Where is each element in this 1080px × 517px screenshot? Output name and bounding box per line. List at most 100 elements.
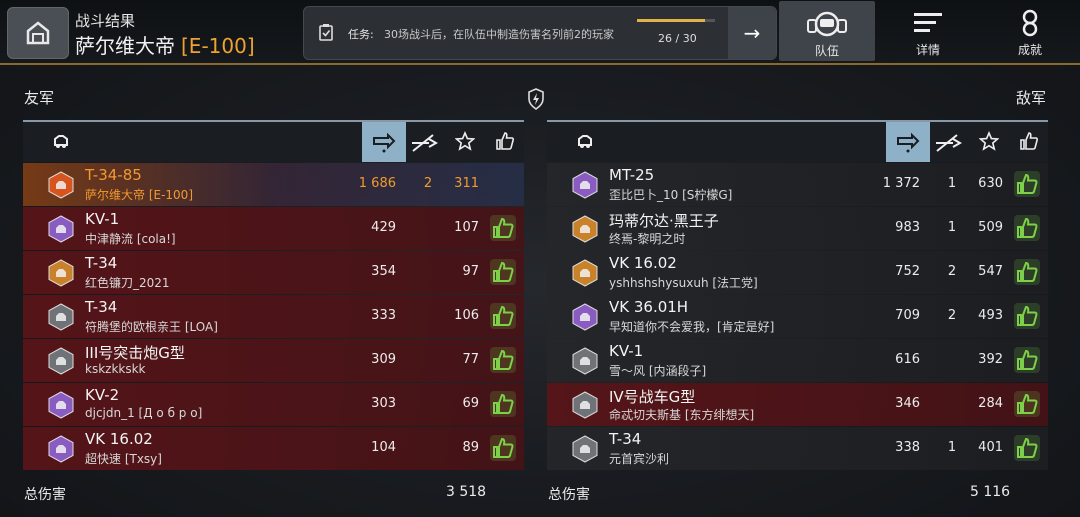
like-button-icon[interactable] bbox=[490, 391, 516, 417]
like-button-icon[interactable] bbox=[490, 259, 516, 285]
xp-value: 630 bbox=[978, 176, 1003, 191]
like-button-icon[interactable] bbox=[1014, 391, 1040, 417]
allies-panel: T-34-85 萨尔维大帝 [E-100] 1 686 2 311 KV-1 中… bbox=[23, 120, 524, 470]
player-name: 元首宾沙利 bbox=[609, 452, 670, 466]
allies-total-value: 3 518 bbox=[446, 484, 487, 500]
like-button-icon[interactable] bbox=[1014, 435, 1040, 461]
star-icon[interactable] bbox=[455, 131, 475, 151]
player-row[interactable]: KV-1 中津静流 [cola!] 429 107 bbox=[23, 207, 524, 250]
damage-icon bbox=[373, 132, 396, 153]
player-row[interactable]: VK 36.01H 早知道你不会爱我，[肯定是好] 709 2 493 bbox=[547, 295, 1048, 338]
tab-team[interactable]: 队伍 bbox=[779, 1, 875, 61]
xp-value: 509 bbox=[978, 220, 1003, 235]
vehicle-badge-icon bbox=[48, 215, 74, 243]
vehicle-name: KV-1 bbox=[609, 342, 644, 360]
xp-value: 107 bbox=[454, 220, 479, 235]
player-row[interactable]: T-34 元首宾沙利 338 1 401 bbox=[547, 427, 1048, 470]
xp-value: 547 bbox=[978, 264, 1003, 279]
damage-value: 338 bbox=[895, 440, 920, 455]
mission-panel[interactable]: 任务: 30场战斗后，在队伍中制造伤害名列前2的玩家 26 / 30 → bbox=[303, 6, 777, 60]
vehicle-badge-icon bbox=[48, 303, 74, 331]
top-bar-divider bbox=[0, 63, 1080, 65]
tank-icon bbox=[578, 135, 592, 148]
player-row[interactable]: T-34 红色镰刀_2021 354 97 bbox=[23, 251, 524, 294]
player-name: 早知道你不会爱我，[肯定是好] bbox=[609, 320, 775, 334]
star-icon[interactable] bbox=[979, 131, 999, 151]
player-row[interactable]: KV-1 雪～风 [内涵段子] 616 392 bbox=[547, 339, 1048, 382]
xp-value: 284 bbox=[978, 396, 1003, 411]
vehicle-name: IV号战车G型 bbox=[609, 388, 696, 406]
enemies-header bbox=[547, 120, 1048, 162]
tank-icon bbox=[54, 135, 68, 148]
tab-details[interactable]: 详情 bbox=[880, 0, 976, 62]
like-button-icon[interactable] bbox=[1014, 171, 1040, 197]
kills-icon[interactable] bbox=[409, 133, 439, 153]
player-row[interactable]: T-34-85 萨尔维大帝 [E-100] 1 686 2 311 bbox=[23, 163, 524, 206]
sort-damage-button[interactable] bbox=[362, 122, 406, 162]
player-row[interactable]: 玛蒂尔达·黑王子 终焉-黎明之时 983 1 509 bbox=[547, 207, 1048, 250]
player-row[interactable]: T-34 符腾堡的欧根亲王 [LOA] 333 106 bbox=[23, 295, 524, 338]
sort-damage-button[interactable] bbox=[886, 122, 930, 162]
player-name: 雪～风 [内涵段子] bbox=[609, 364, 707, 378]
player-row[interactable]: VK 16.02 超快速 [Txsy] 104 89 bbox=[23, 427, 524, 470]
like-button-icon[interactable] bbox=[490, 303, 516, 329]
like-button-icon[interactable] bbox=[1014, 259, 1040, 285]
vehicle-title: 萨尔维大帝 [E-100] bbox=[75, 30, 255, 59]
like-button-icon[interactable] bbox=[1014, 347, 1040, 373]
mission-progress-fill bbox=[637, 19, 705, 22]
allies-total-label: 总伤害 bbox=[24, 487, 66, 503]
thumbs-up-icon[interactable] bbox=[495, 131, 515, 151]
clipboard-icon bbox=[319, 24, 333, 41]
enemies-list: MT-25 歪比巴卜_10 [S柠檬G] 1 372 1 630 玛蒂尔达·黑王… bbox=[547, 163, 1048, 470]
xp-value: 106 bbox=[454, 308, 479, 323]
player-row[interactable]: III号突击炮G型 kskzkkskk 309 77 bbox=[23, 339, 524, 382]
player-name: kskzkkskk bbox=[85, 362, 146, 376]
vehicle-badge-icon bbox=[572, 215, 598, 243]
xp-value: 311 bbox=[454, 176, 479, 191]
like-button-icon[interactable] bbox=[1014, 215, 1040, 241]
xp-value: 89 bbox=[462, 440, 479, 455]
arrow-right-icon: → bbox=[743, 21, 761, 45]
enemies-total-value: 5 116 bbox=[970, 484, 1011, 500]
player-name: 符腾堡的欧根亲王 [LOA] bbox=[85, 320, 218, 334]
damage-icon bbox=[897, 132, 920, 153]
vehicle-name: T-34 bbox=[85, 298, 118, 316]
vehicle-badge-icon bbox=[572, 347, 598, 375]
vehicle-name: VK 16.02 bbox=[85, 430, 153, 448]
thumbs-up-icon[interactable] bbox=[1019, 131, 1039, 151]
like-button-icon[interactable] bbox=[1014, 303, 1040, 329]
xp-value: 392 bbox=[978, 352, 1003, 367]
like-button-icon[interactable] bbox=[490, 347, 516, 373]
vehicle-badge-icon bbox=[48, 347, 74, 375]
mission-label: 任务: bbox=[348, 28, 374, 41]
enemies-label: 敌军 bbox=[1016, 89, 1047, 107]
vehicle-badge-icon bbox=[572, 171, 598, 199]
kills-icon[interactable] bbox=[933, 133, 963, 153]
like-button-icon[interactable] bbox=[490, 435, 516, 461]
vehicle-badge-icon bbox=[572, 391, 598, 419]
damage-value: 104 bbox=[371, 440, 396, 455]
vehicle-tag: [E-100] bbox=[181, 34, 255, 58]
vehicle-name: MT-25 bbox=[609, 166, 655, 184]
damage-value: 309 bbox=[371, 352, 396, 367]
vehicle-name: VK 16.02 bbox=[609, 254, 677, 272]
xp-value: 69 bbox=[462, 396, 479, 411]
player-row[interactable]: VK 16.02 yshhshshysuxuh [法工党] 752 2 547 bbox=[547, 251, 1048, 294]
top-bar: 战斗结果 萨尔维大帝 [E-100] 任务: 30场战斗后，在队伍中制造伤害名列前… bbox=[0, 0, 1080, 64]
home-button[interactable] bbox=[7, 7, 69, 59]
tab-achievements[interactable]: 成就 bbox=[982, 0, 1078, 62]
player-name: 终焉-黎明之时 bbox=[609, 232, 686, 246]
battle-icon bbox=[528, 88, 544, 110]
mission-next-button[interactable]: → bbox=[728, 7, 776, 59]
vehicle-name: 玛蒂尔达·黑王子 bbox=[609, 212, 719, 230]
vehicle-name: T-34 bbox=[85, 254, 118, 272]
player-row[interactable]: IV号战车G型 命忒切夫斯基 [东方绯想天] 346 284 bbox=[547, 383, 1048, 426]
damage-value: 1 372 bbox=[882, 176, 920, 191]
mission-progress-bar bbox=[637, 19, 715, 22]
player-name: 萨尔维大帝 bbox=[75, 34, 175, 58]
mission-text: 30场战斗后，在队伍中制造伤害名列前2的玩家 bbox=[384, 28, 614, 41]
player-row[interactable]: MT-25 歪比巴卜_10 [S柠檬G] 1 372 1 630 bbox=[547, 163, 1048, 206]
player-row[interactable]: KV-2 djcjdn_1 [Д о б р о] 303 69 bbox=[23, 383, 524, 426]
damage-value: 616 bbox=[895, 352, 920, 367]
like-button-icon[interactable] bbox=[490, 215, 516, 241]
